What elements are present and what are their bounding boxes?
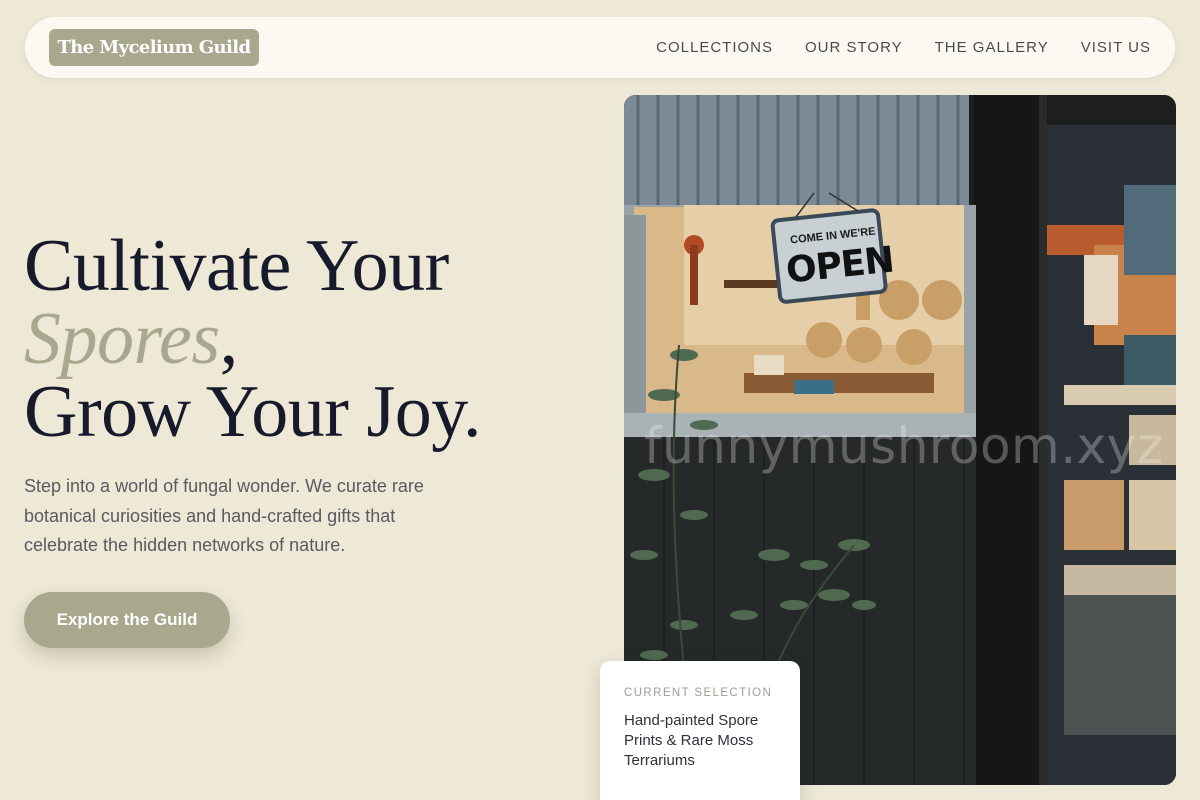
top-navbar: The Mycelium Guild COLLECTIONS OUR STORY… <box>25 17 1175 78</box>
nav-links: COLLECTIONS OUR STORY THE GALLERY VISIT … <box>624 17 1151 78</box>
photo-watermark: funnymushroom.xyz <box>644 417 1164 475</box>
current-selection-text: Hand-painted Spore Prints & Rare Moss Te… <box>624 712 759 769</box>
hero-subtitle: Step into a world of fungal wonder. We c… <box>24 476 424 555</box>
nav-link-visit-us[interactable]: VISIT US <box>1081 39 1151 56</box>
nav-link-collections[interactable]: COLLECTIONS <box>656 39 773 56</box>
hero-title-line-1: Cultivate Your <box>24 225 449 307</box>
hero-title-line-2: Spores, <box>24 302 584 376</box>
current-selection-card: Current Selection Hand-painted Spore Pri… <box>600 661 800 800</box>
site-logo[interactable]: The Mycelium Guild <box>49 29 259 66</box>
current-selection-label: Current Selection <box>624 687 773 699</box>
nav-link-gallery[interactable]: THE GALLERY <box>935 39 1049 56</box>
hero-title-line-3: Grow Your Joy. <box>24 371 481 453</box>
nav-link-our-story[interactable]: OUR STORY <box>805 39 903 56</box>
hero-title: Cultivate Your Spores, Grow Your Joy. <box>24 225 584 453</box>
hero-title-accent: Spores <box>24 298 220 380</box>
hero-title-accent-punct: , <box>219 298 239 380</box>
explore-guild-button[interactable]: Explore the Guild <box>24 592 230 648</box>
